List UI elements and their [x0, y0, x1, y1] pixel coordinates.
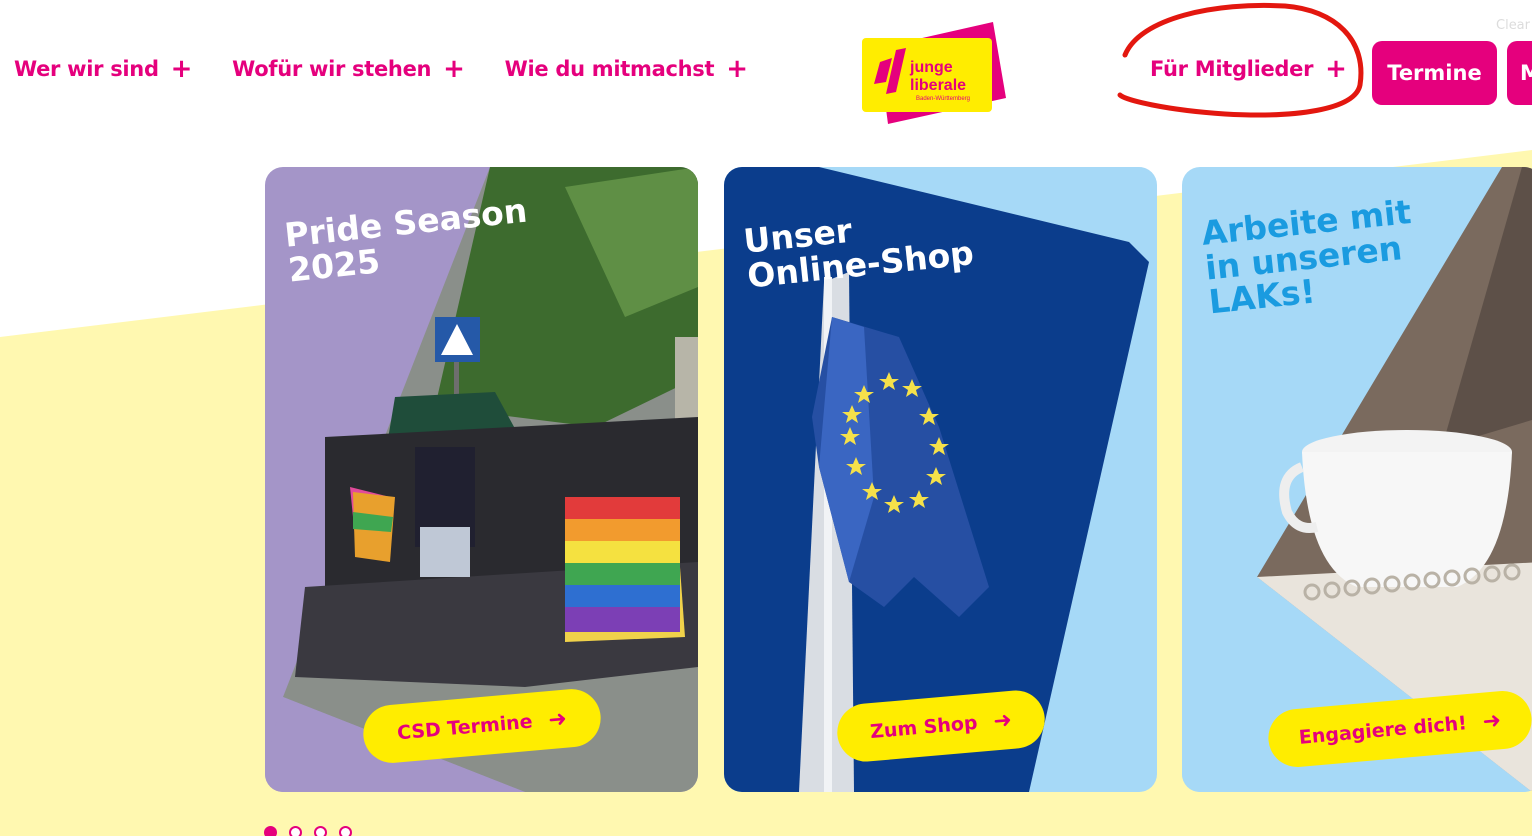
- nav-item-label: Wofür wir stehen: [232, 57, 432, 81]
- card-button-label: CSD Termine: [396, 710, 534, 745]
- member-login-button[interactable]: M: [1507, 41, 1532, 105]
- logo-line-1: junge: [909, 59, 953, 76]
- nav-item-fuer-mitglieder[interactable]: Für Mitglieder +: [1150, 56, 1347, 82]
- nav-item-wer-wir-sind[interactable]: Wer wir sind +: [14, 56, 192, 82]
- nav-item-wofuer-wir-stehen[interactable]: Wofür wir stehen +: [232, 56, 465, 82]
- site-header: Wer wir sind + Wofür wir stehen + Wie du…: [0, 0, 1532, 140]
- card-button-label: Zum Shop: [869, 711, 979, 744]
- carousel-dot-4[interactable]: [339, 826, 352, 836]
- card-button-label: Engagiere dich!: [1298, 712, 1468, 749]
- slide-card-pride[interactable]: Pride Season 2025 CSD Termine ➜: [265, 167, 698, 792]
- card-title: Arbeite mit in unseren LAKs!: [1199, 192, 1413, 322]
- junge-liberale-logo[interactable]: junge liberale Baden-Württemberg: [858, 20, 1008, 126]
- main-nav: Wer wir sind + Wofür wir stehen + Wie du…: [14, 56, 748, 82]
- carousel-dot-3[interactable]: [314, 826, 327, 836]
- nav-item-label: Wie du mitmachst: [504, 57, 715, 81]
- termine-button[interactable]: Termine: [1372, 41, 1497, 105]
- arrow-right-icon: ➜: [1481, 707, 1503, 735]
- carousel-dot-1[interactable]: [264, 826, 277, 836]
- plus-icon: +: [443, 54, 465, 84]
- logo-line-2: liberale: [910, 77, 966, 94]
- carousel-dot-2[interactable]: [289, 826, 302, 836]
- arrow-right-icon: ➜: [992, 707, 1013, 734]
- slide-card-laks[interactable]: Arbeite mit in unseren LAKs! Engagiere d…: [1182, 167, 1532, 792]
- plus-icon: +: [726, 54, 748, 84]
- nav-item-wie-du-mitmachst[interactable]: Wie du mitmachst +: [505, 56, 748, 82]
- plus-icon: +: [170, 54, 193, 84]
- arrow-right-icon: ➜: [547, 706, 568, 733]
- carousel-pagination: [264, 826, 352, 836]
- clear-label: Clear: [1496, 18, 1530, 33]
- logo-line-3: Baden-Württemberg: [916, 96, 970, 102]
- nav-item-label: Für Mitglieder: [1150, 57, 1314, 81]
- nav-item-label: Wer wir sind: [14, 57, 159, 81]
- plus-icon: +: [1325, 54, 1347, 84]
- slide-card-shop[interactable]: Unser Online-Shop Zum Shop ➜: [724, 167, 1157, 792]
